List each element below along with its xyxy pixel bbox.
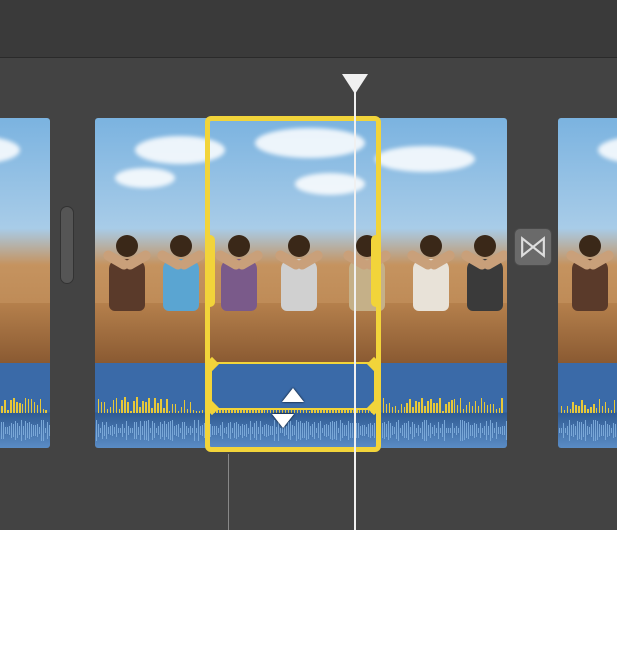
audio-waveform-secondary [0,413,50,448]
audio-waveform-secondary [558,413,617,448]
transition-icon[interactable] [514,228,552,266]
timeline-track-area[interactable] [0,58,617,530]
timeline-clip[interactable] [0,118,50,448]
callout-line [228,454,229,530]
audio-expand-down-icon[interactable] [272,414,294,428]
clip-audio-track[interactable] [558,363,617,448]
clip-thumbnail [0,118,50,363]
audio-expand-up-icon[interactable] [282,388,304,402]
cross-dissolve-icon [520,234,546,260]
clip-edge-handle[interactable] [60,206,74,284]
audio-waveform [0,363,50,413]
audio-selection[interactable] [210,362,376,410]
clip-audio-track[interactable] [0,363,50,448]
timeline-panel [0,0,617,530]
audio-waveform-secondary [95,413,507,448]
timeline-clip[interactable] [558,118,617,448]
timeline-toolbar [0,0,617,58]
clip-thumbnail [558,118,617,363]
audio-waveform [558,363,617,413]
clip-thumbnail [95,118,507,363]
